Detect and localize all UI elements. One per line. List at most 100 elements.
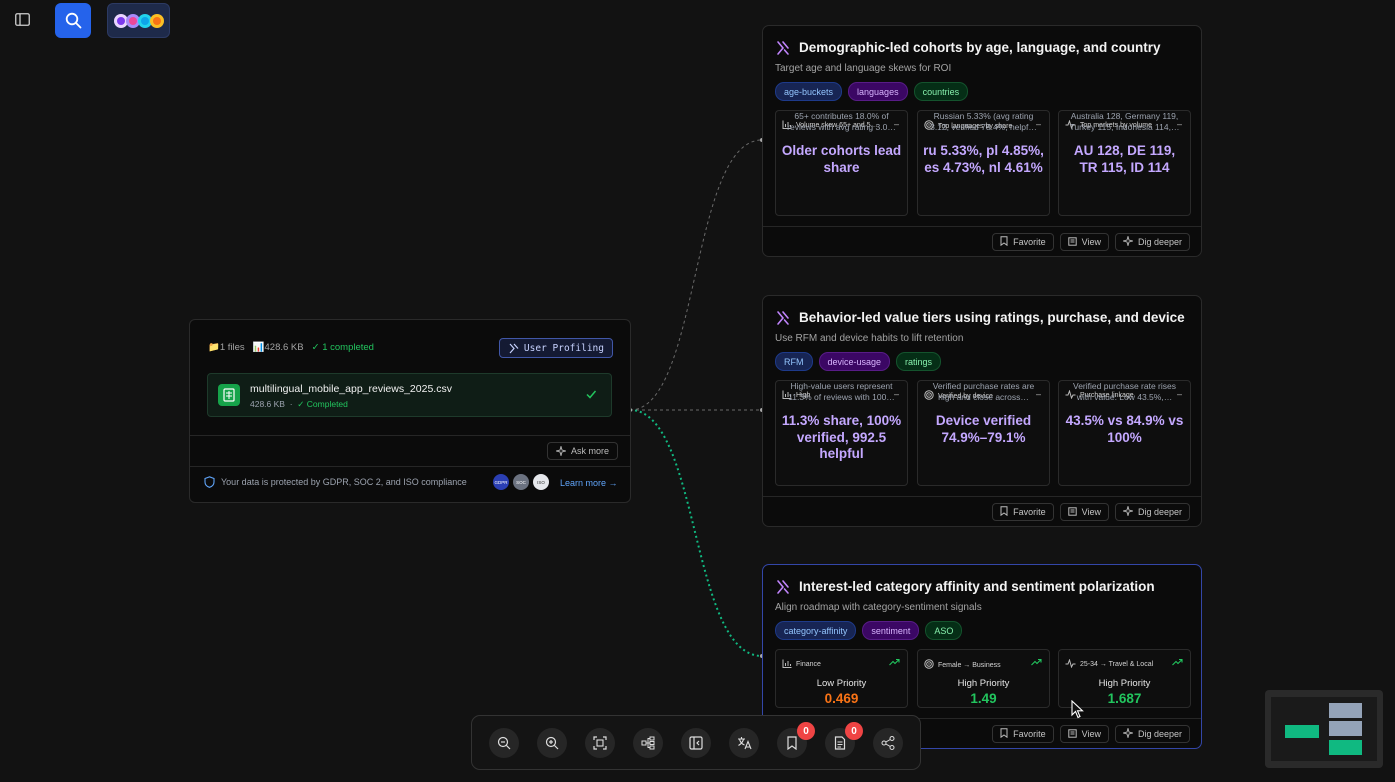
card-subtitle: Use RFM and device habits to lift retent… [775,333,964,344]
card-actions: Favorite View Dig deeper [992,503,1190,521]
search-button[interactable] [55,3,91,38]
user-profiling-tag[interactable]: User Profiling [498,338,613,358]
priority-label: Low Priority [816,678,867,689]
pulse-icon [1065,659,1076,670]
metric-label: 25-34 → Travel & Local [1080,661,1154,668]
learn-more-link[interactable]: Learn more → [560,478,618,488]
minimap-card-node [1329,703,1362,718]
notes-count-badge: 0 [845,722,863,740]
layout-tree-button[interactable] [633,728,663,758]
user-profiling-label: User Profiling [523,342,604,354]
metric-tile[interactable]: Purchase linkage –43.5% vs 84.9% vs 100% V… [1058,380,1191,486]
source-card: 📁1 files 📊428.6 KB ✓ 1 completed User Pr… [189,319,631,503]
source-meta: 📁1 files 📊428.6 KB ✓ 1 completed [208,342,374,353]
card-subtitle: Align roadmap with category-sentiment si… [775,602,982,613]
tag-chip[interactable]: category-affinity [775,621,857,640]
collapse-panel-button[interactable] [681,728,711,758]
dig-deeper-button[interactable]: Dig deeper [1114,503,1190,521]
bookmarks-button[interactable]: 0 [777,722,815,758]
tag-chip[interactable]: sentiment [862,621,920,640]
zoom-in-button[interactable] [537,728,567,758]
action-label: Favorite [1013,729,1046,739]
insight-type-icon [777,580,789,594]
metric-tile[interactable]: Finance Low Priority 0.469 [775,649,908,708]
action-label: Dig deeper [1137,729,1182,739]
file-name: multilingual_mobile_app_reviews_2025.csv [250,383,452,395]
file-item[interactable]: multilingual_mobile_app_reviews_2025.csv… [207,373,612,417]
share-button[interactable] [873,728,903,758]
insight-card[interactable]: Behavior-led value tiers using ratings, … [762,295,1202,527]
bookmark-icon [1000,236,1008,248]
zoom-in-icon [545,736,559,750]
ask-more-button[interactable]: Ask more [546,442,618,460]
metric-description: Verified purchase rates are high and clo… [932,381,1035,402]
notes-icon [834,736,846,750]
metric-tile[interactable]: Top languages by share – ru 5.33%, pl 4.85… [917,110,1050,216]
minimap[interactable] [1265,690,1383,768]
metric-label: Female → Business [938,661,1001,669]
avatar-stack[interactable] [107,3,170,38]
metric-tile[interactable]: Female → Business High Priority 1.49 [917,649,1050,708]
card-subtitle: Target age and language skews for ROI [775,63,952,74]
metric-value: ru 5.33%, pl 4.85%, es 4.73%, nl 4.61% [923,143,1044,175]
action-label: Dig deeper [1137,507,1182,517]
canvas-toolbar: 0 0 [471,715,921,770]
metric-value: 11.3% share, 100% verified, 992.5 helpfu… [781,413,902,461]
card-divider [763,496,1201,497]
spreadsheet-icon [218,384,240,406]
metric-value: AU 128, DE 119, TR 115, ID 114 [1073,143,1176,175]
share-icon [881,736,895,750]
ask-more-label: Ask more [570,446,609,456]
insight-card[interactable]: Demographic-led cohorts by age, language… [762,25,1202,257]
trend-up-icon [1031,658,1042,666]
view-button[interactable]: View [1059,725,1109,743]
divider [190,466,630,467]
tag-chip[interactable]: age-buckets [775,82,843,101]
fit-view-button[interactable] [585,728,615,758]
bookmark-icon [1000,506,1008,518]
notes-button[interactable]: 0 [825,722,863,758]
tag-chip[interactable]: RFM [775,352,813,371]
translate-icon [737,737,752,750]
dig-deeper-button[interactable]: Dig deeper [1114,725,1190,743]
metric-tile[interactable]: Volume skew 65+ and 5… – Older cohorts lea… [775,110,908,216]
collapse-panel-icon [689,736,703,750]
favorite-button[interactable]: Favorite [992,725,1054,743]
privacy-text: Your data is protected by GDPR, SOC 2, a… [221,477,467,487]
translate-button[interactable] [729,728,759,758]
files-count: 📁1 files [208,342,245,353]
bookmark-icon [787,736,797,750]
zoom-out-button[interactable] [489,728,519,758]
metric-tile[interactable]: High –11.3% share, 100% verified, 992.5 h… [775,380,908,486]
metric-value: 43.5% vs 84.9% vs 100% [1065,413,1184,445]
dig-deeper-button[interactable]: Dig deeper [1114,233,1190,251]
view-icon [1067,236,1077,248]
view-button[interactable]: View [1059,233,1109,251]
metric-description: Russian 5.33% (avg rating 3.12, verified… [930,111,1037,132]
file-status: ✓ Completed [297,399,348,409]
favorite-button[interactable]: Favorite [992,233,1054,251]
favorite-button[interactable]: Favorite [992,503,1054,521]
view-button[interactable]: View [1059,503,1109,521]
tag-chip[interactable]: languages [848,82,908,101]
zoom-out-icon [497,736,511,750]
metric-tile[interactable]: Top markets by volume – AU 128, DE 119, TR… [1058,110,1191,216]
minimap-viewport [1271,697,1377,761]
metric-value: Device verified 74.9%–79.1% [935,413,1032,445]
search-icon [65,12,81,29]
tag-chip[interactable]: countries [913,82,969,101]
sidebar-toggle-button[interactable] [10,8,34,30]
tag-chip[interactable]: device-usage [818,352,891,371]
tag-chip[interactable]: ASO [925,621,963,640]
compliance-badges: GDPR SOC ISO [493,474,549,490]
metric-header: Finance [782,659,886,670]
soc-badge: SOC [513,474,529,490]
card-divider [763,226,1201,227]
metric-header: 25-34 → Travel & Local [1065,659,1169,670]
dig-deeper-icon [1121,234,1135,248]
metric-value: Older cohorts lead share [781,143,902,175]
metric-tile[interactable]: Verified by device – Device verified 74.9%… [917,380,1050,486]
tag-chip[interactable]: ratings [896,352,942,371]
privacy-notice: Your data is protected by GDPR, SOC 2, a… [204,476,467,488]
metric-label: Finance [796,661,821,668]
